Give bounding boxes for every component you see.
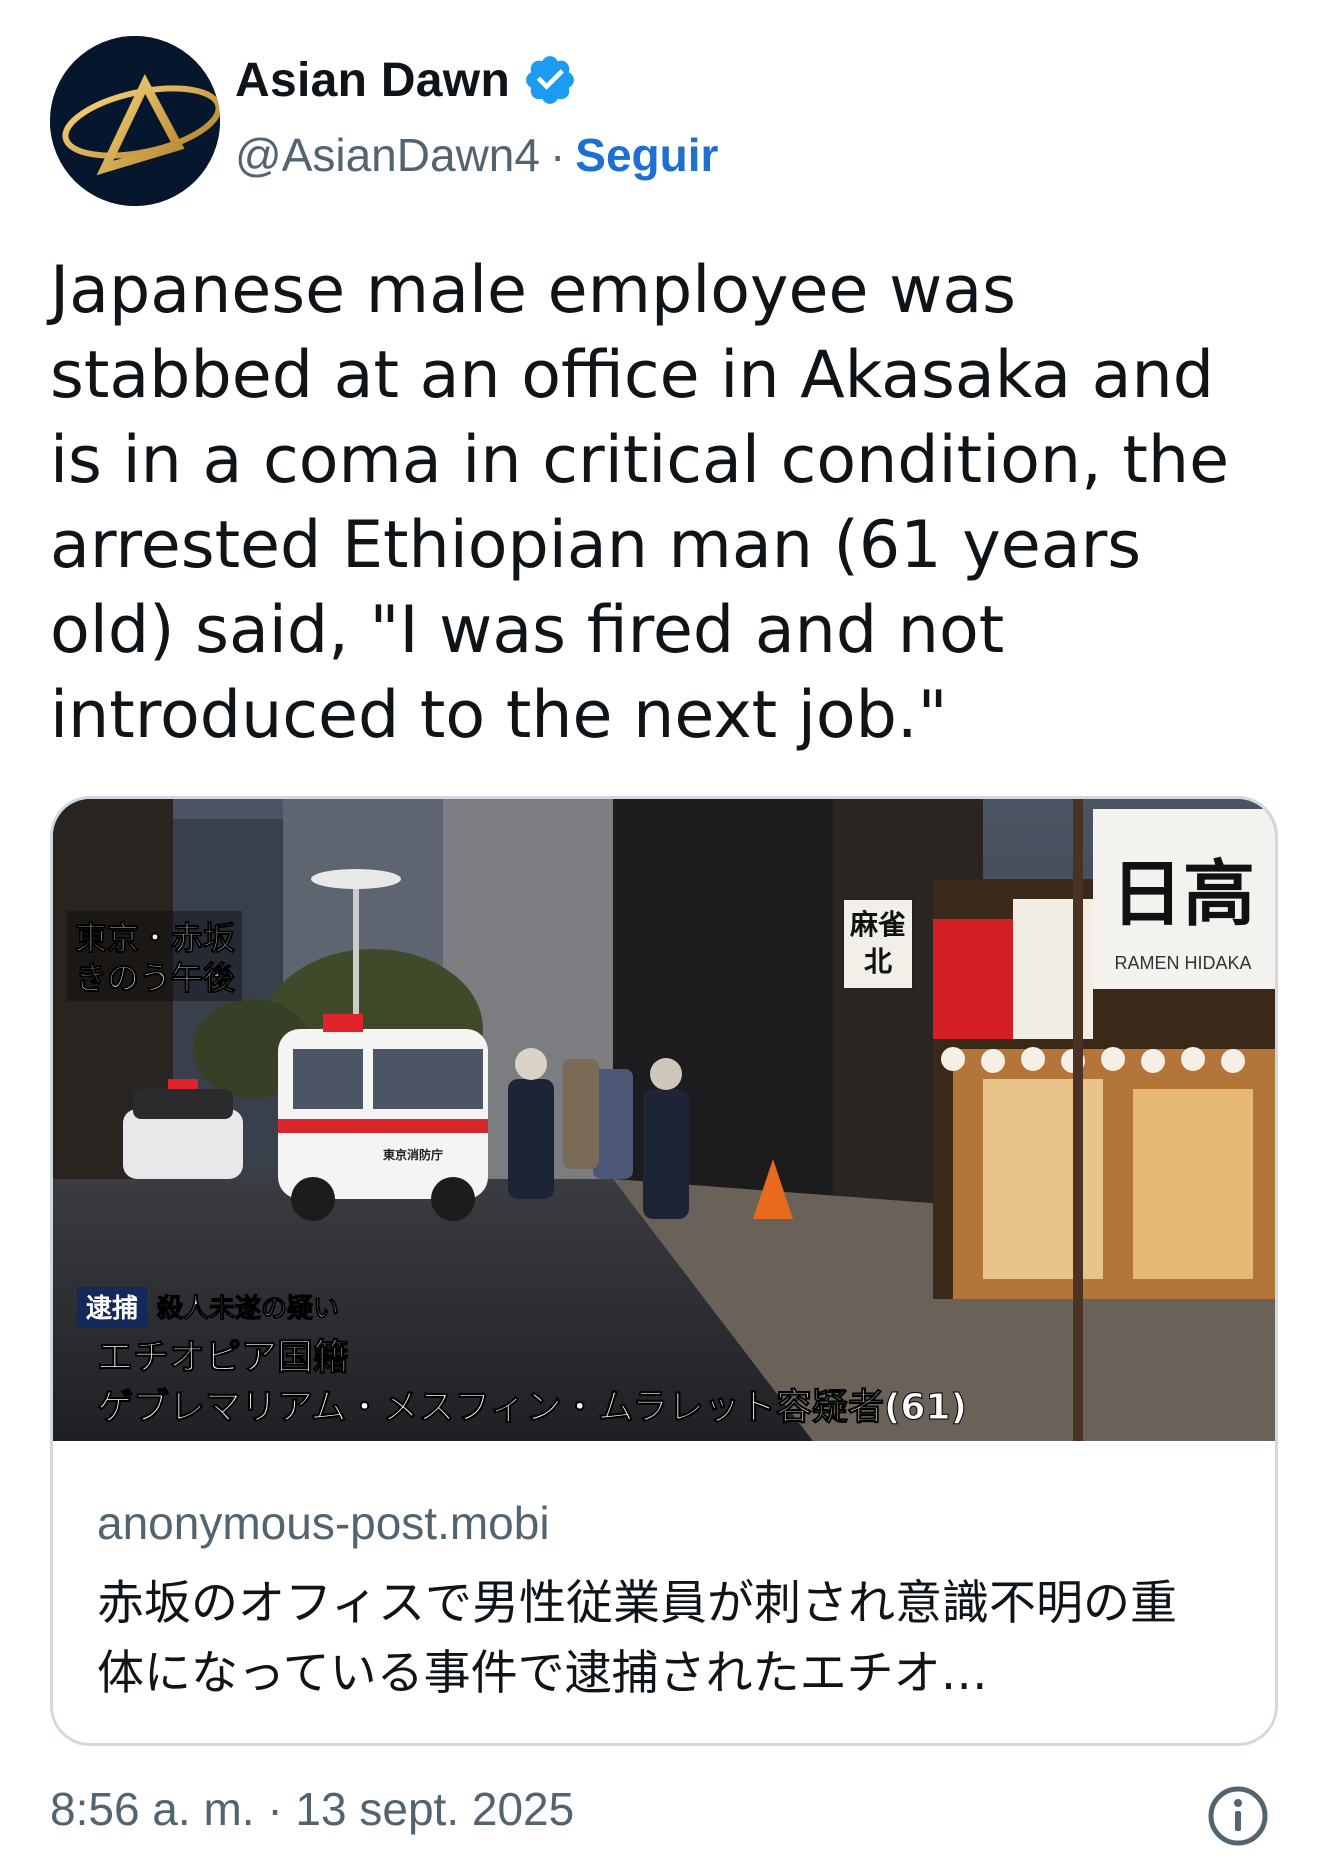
card-description: 赤坂のオフィスで男性従業員が刺され意識不明の重体になっている事件で逮捕されたエチ… [97, 1576, 1178, 1701]
verified-badge-icon [526, 56, 574, 104]
separator-dot: · [549, 129, 566, 181]
tweet-text: Japanese male employee was stabbed at an… [50, 253, 1230, 753]
svg-text:北: 北 [864, 945, 892, 978]
info-icon[interactable] [1206, 1784, 1270, 1848]
shop-subtitle: RAMEN HIDAKA [1114, 953, 1251, 973]
caption-time: きのう午後 [75, 959, 236, 997]
caption-charge: 殺人未遂の疑い [157, 1293, 339, 1324]
link-card[interactable]: 麻雀 北 日高 RAMEN HIDAKA 東京消防庁 東京・赤坂 きのう午後 逮… [50, 796, 1278, 1746]
news-photo: 麻雀 北 日高 RAMEN HIDAKA 東京消防庁 東京・赤坂 きのう午後 逮… [53, 799, 1275, 1441]
avatar-logo-icon [50, 36, 220, 206]
author-name-row: Asian Dawn [235, 52, 578, 108]
ambulance-text: 東京消防庁 [383, 1147, 443, 1162]
author-handle[interactable]: @AsianDawn4 [235, 128, 540, 182]
sign-mahjong: 麻雀 [850, 908, 906, 941]
avatar[interactable] [50, 36, 220, 206]
author-handle-row: @AsianDawn4 · Seguir [235, 128, 718, 182]
author-name[interactable]: Asian Dawn [235, 53, 510, 108]
tweet-timestamp[interactable]: 8:56 a. m. · 13 sept. 2025 [50, 1782, 574, 1836]
caption-location-block: 東京・赤坂 きのう午後 [67, 911, 242, 1001]
shop-sign: 日高 [1111, 852, 1255, 936]
caption-location: 東京・赤坂 [75, 919, 235, 957]
caption-arrest-badge: 逮捕 [86, 1294, 138, 1324]
follow-button[interactable]: Seguir [575, 128, 718, 182]
caption-suspect-name: ゲブレマリアム・メスフィン・ムラレット容疑者(61) [97, 1386, 967, 1428]
card-domain[interactable]: anonymous-post.mobi [97, 1496, 550, 1550]
caption-nationality: エチオピア国籍 [97, 1337, 349, 1378]
